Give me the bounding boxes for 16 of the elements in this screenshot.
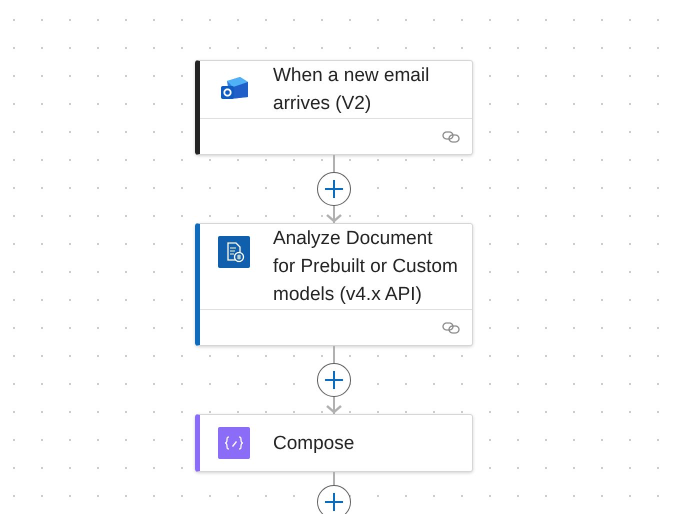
link-icon	[442, 322, 460, 334]
flow-step-card[interactable]: Compose	[195, 414, 473, 472]
step-title: Analyze Document for Prebuilt or Custom models (v4.x API)	[273, 227, 459, 307]
add-step-button[interactable]	[317, 172, 351, 206]
flow-step-card[interactable]: When a new email arrives (V2)	[195, 60, 473, 155]
add-step-button[interactable]	[317, 363, 351, 397]
step-title: When a new email arrives (V2)	[273, 64, 430, 116]
document-icon	[218, 236, 250, 268]
link-icon	[442, 130, 460, 142]
add-step-button[interactable]	[317, 485, 351, 514]
plus-icon	[324, 179, 344, 199]
plus-icon	[324, 370, 344, 390]
plus-icon	[324, 492, 344, 512]
flow-step-card[interactable]: Analyze Document for Prebuilt or Custom models (v4.x API)	[195, 223, 473, 346]
step-title: Compose	[273, 432, 356, 456]
braces-icon	[218, 427, 250, 459]
